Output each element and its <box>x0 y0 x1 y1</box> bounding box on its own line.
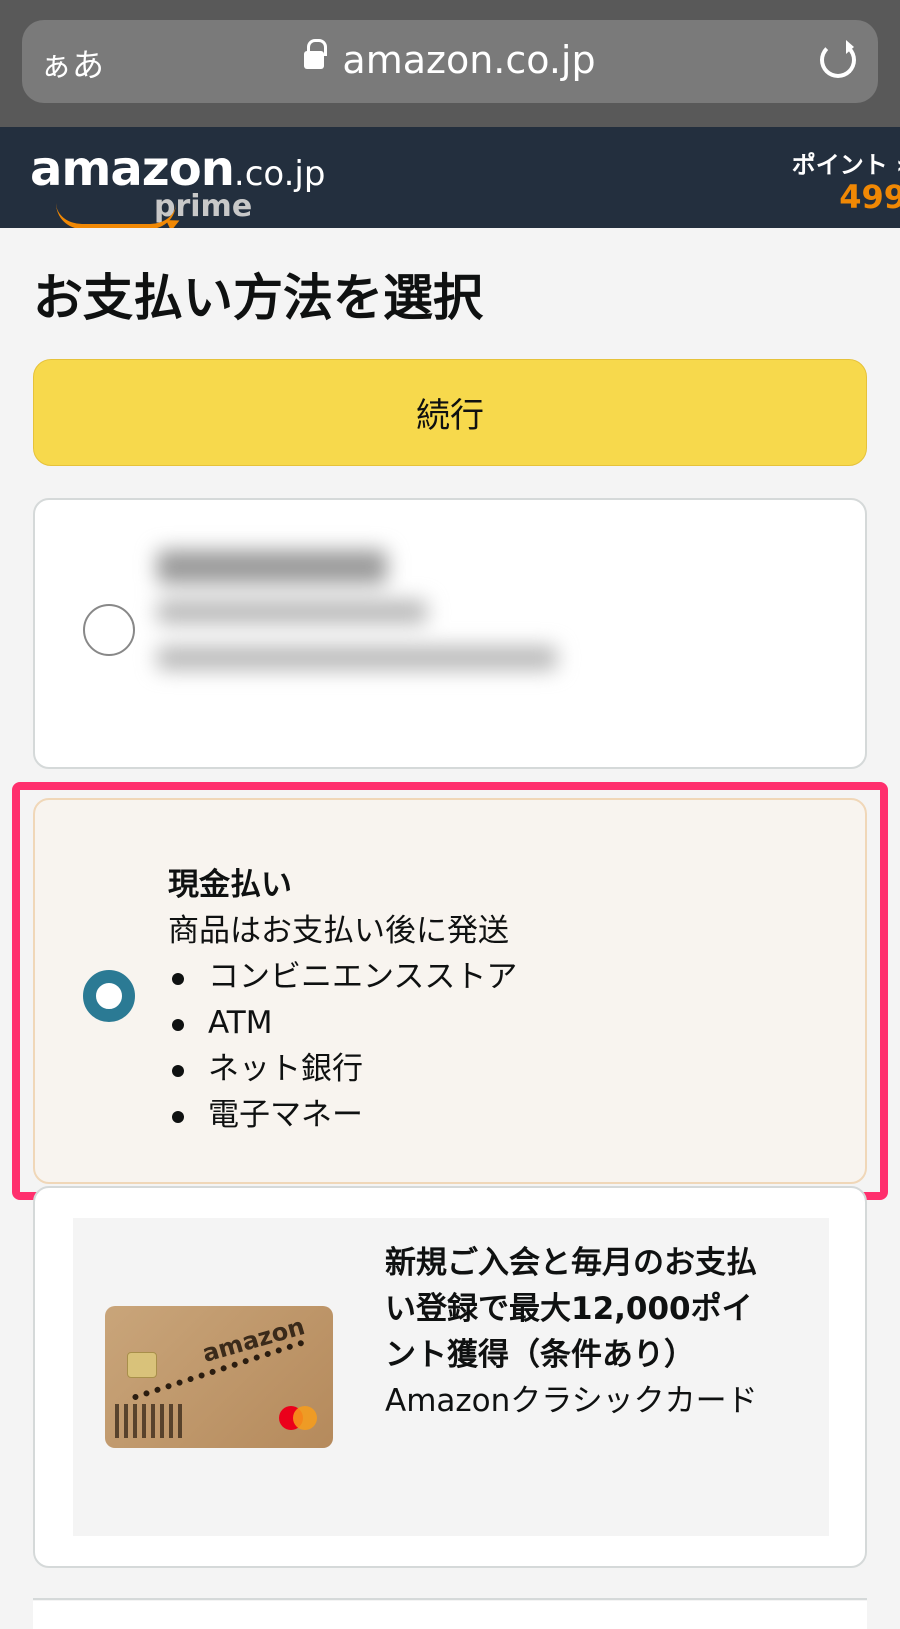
address-bar[interactable]: ぁあ amazon.co.jp <box>22 20 878 103</box>
chip-icon <box>127 1352 157 1378</box>
promo-headline: 新規ご入会と毎月のお支払い登録で最大12,000ポイント獲得（条件あり） <box>385 1245 757 1373</box>
payment-option-cash[interactable]: 現金払い 商品はお支払い後に発送 コンビニエンスストア ATM ネット銀行 電子… <box>33 798 867 1184</box>
browser-toolbar: ぁあ amazon.co.jp <box>0 0 900 127</box>
cash-title: 現金払い <box>168 867 292 903</box>
promo-banner[interactable]: amazon 新規ご入会と毎月のお支払い登録で最大12,000ポイント獲得（条件… <box>73 1218 829 1536</box>
radio-unselected[interactable] <box>83 604 135 656</box>
site-header: amazon.co.jp prime ポイント › 499 <box>0 127 900 228</box>
reload-icon[interactable] <box>820 40 856 78</box>
points-label: ポイント › <box>791 151 900 179</box>
url-text[interactable]: amazon.co.jp <box>342 38 595 82</box>
cash-subtitle: 商品はお支払い後に発送 <box>168 913 509 949</box>
next-section <box>33 1601 867 1629</box>
divider <box>33 1598 867 1600</box>
points-value: 499 <box>839 178 900 216</box>
promo-product-name: Amazonクラシックカード <box>385 1383 758 1419</box>
points-link[interactable]: ポイント › 499 <box>792 145 900 216</box>
list-item: ネット銀行 <box>168 1046 517 1092</box>
list-item: コンビニエンスストア <box>168 954 517 1000</box>
credit-card-promo[interactable]: amazon 新規ご入会と毎月のお支払い登録で最大12,000ポイント獲得（条件… <box>33 1186 867 1568</box>
redacted-payment-details <box>147 520 597 710</box>
cash-methods-list: コンビニエンスストア ATM ネット銀行 電子マネー <box>168 954 517 1138</box>
list-item: ATM <box>168 1000 517 1046</box>
radio-selected[interactable] <box>83 970 135 1022</box>
page-title: お支払い方法を選択 <box>33 269 483 327</box>
list-item: 電子マネー <box>168 1092 517 1138</box>
credit-card-image: amazon <box>105 1306 333 1448</box>
continue-button[interactable]: 続行 <box>33 359 867 466</box>
smile-icon <box>56 203 176 228</box>
payment-option-blurred[interactable] <box>33 498 867 769</box>
lock-icon <box>304 39 328 69</box>
amazon-logo[interactable]: amazon.co.jp prime <box>30 141 325 228</box>
